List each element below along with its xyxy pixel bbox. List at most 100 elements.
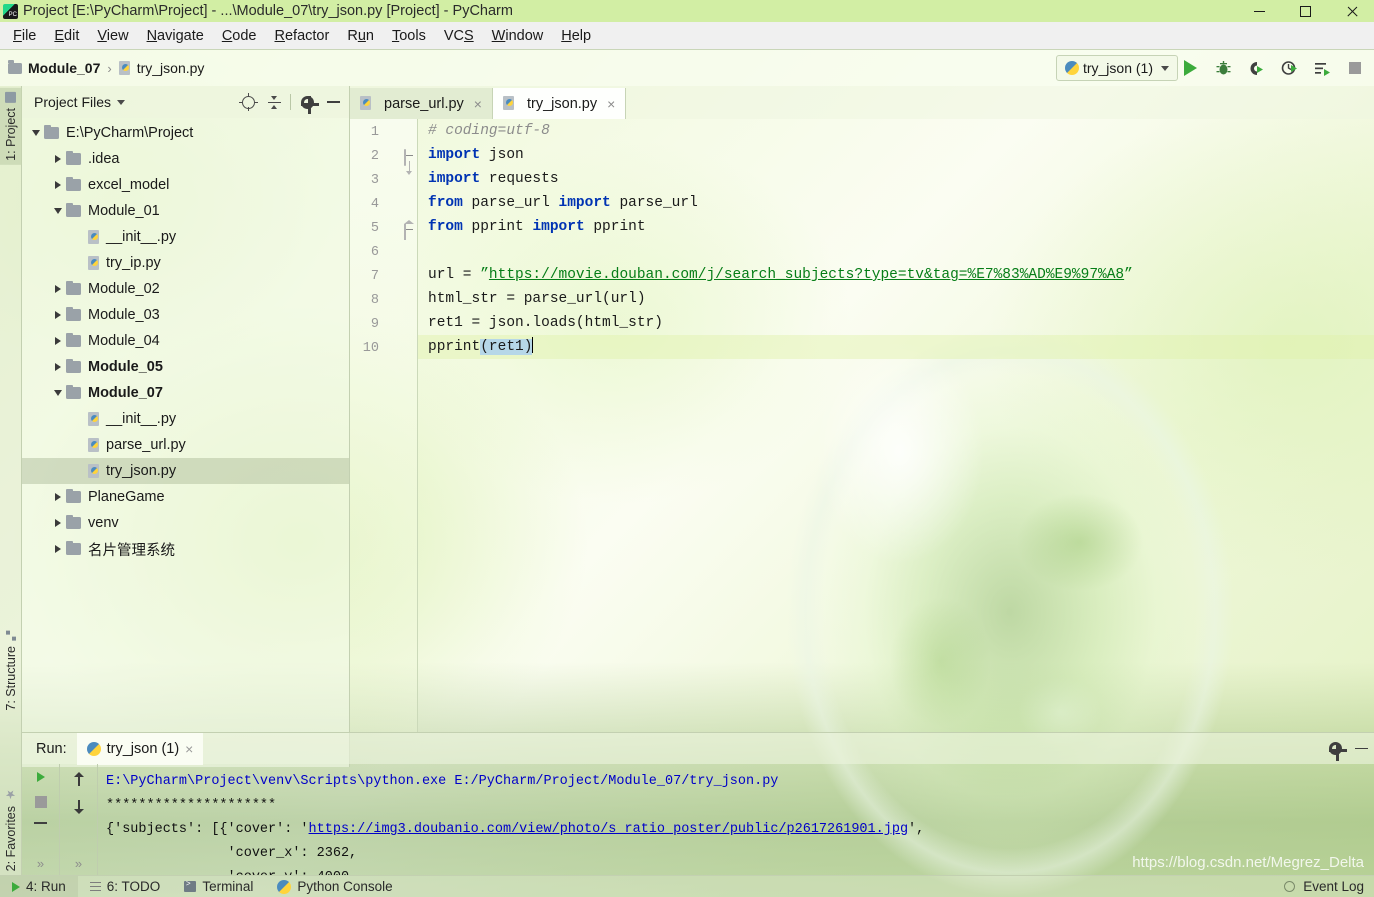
tree-item-init-py[interactable]: __init__.py [22, 224, 349, 250]
more-actions-icon[interactable]: » [75, 856, 82, 875]
chevron-right-icon[interactable] [50, 307, 66, 323]
chevron-down-icon[interactable] [50, 385, 66, 401]
chevron-right-icon[interactable] [50, 515, 66, 531]
profile-button[interactable] [1278, 57, 1300, 79]
run-tab-label: try_json (1) [106, 740, 180, 757]
fold-marker-icon[interactable] [404, 149, 415, 175]
more-actions-icon[interactable]: » [37, 856, 44, 875]
status-button-terminal[interactable]: Terminal [172, 876, 265, 897]
status-label: Python Console [297, 879, 393, 894]
close-icon[interactable]: × [185, 741, 193, 757]
menu-window[interactable]: Window [483, 25, 553, 47]
tree-item-label: Module_02 [88, 281, 160, 297]
menu-vcs[interactable]: VCS [435, 25, 483, 47]
code-line-2: import json [418, 143, 1374, 167]
tree-item-module-05[interactable]: Module_05 [22, 354, 349, 380]
collapse-all-icon[interactable] [264, 92, 284, 112]
keyword: from [428, 219, 463, 235]
window-title-bar: Project [E:\PyCharm\Project] - ...\Modul… [0, 0, 1374, 22]
identifier: pprint [462, 219, 533, 235]
chevron-right-icon[interactable] [50, 333, 66, 349]
tree-item-module-07[interactable]: Module_07 [22, 380, 349, 406]
sidebar-item-project[interactable]: 1: Project [0, 88, 22, 165]
chevron-right-icon[interactable] [50, 177, 66, 193]
fold-marker-icon[interactable] [404, 220, 415, 240]
rerun-button[interactable] [36, 772, 45, 782]
maximize-button[interactable] [1282, 0, 1328, 22]
tree-item-e-pycharm-project[interactable]: E:\PyCharm\Project [22, 120, 349, 146]
chevron-right-icon[interactable] [50, 541, 66, 557]
breadcrumb-folder[interactable]: Module_07 [28, 60, 100, 76]
breadcrumb-file[interactable]: try_json.py [137, 60, 205, 76]
arrow-up-icon[interactable] [73, 772, 84, 786]
chevron-right-icon[interactable] [50, 359, 66, 375]
tree-item-module-01[interactable]: Module_01 [22, 198, 349, 224]
hide-icon[interactable] [323, 92, 343, 112]
chevron-down-icon[interactable] [28, 125, 44, 141]
menu-file[interactable]: File [4, 25, 45, 47]
tree-item-module-04[interactable]: Module_04 [22, 328, 349, 354]
chevron-down-icon[interactable] [50, 203, 66, 219]
sidebar-item-favorites[interactable]: 2: Favorites ★ [0, 786, 22, 875]
debug-button[interactable] [1212, 57, 1234, 79]
tree-item-idea[interactable]: .idea [22, 146, 349, 172]
chevron-right-icon[interactable] [50, 281, 66, 297]
status-button-python-console[interactable]: Python Console [265, 876, 404, 897]
project-files-selector[interactable]: Project Files [28, 94, 232, 110]
chevron-right-icon[interactable] [50, 151, 66, 167]
code-text[interactable]: # coding=utf-8 import json import reques… [418, 119, 1374, 732]
stop-button[interactable] [1344, 57, 1366, 79]
run-tab-try-json[interactable]: try_json (1) × [76, 732, 204, 765]
tree-item-excel-model[interactable]: excel_model [22, 172, 349, 198]
close-icon[interactable]: × [474, 96, 482, 112]
folder-icon [44, 124, 59, 139]
status-button-run[interactable]: 4: Run [0, 875, 78, 897]
tree-item-[interactable]: 名片管理系统 [22, 536, 349, 562]
chevron-right-icon[interactable] [50, 489, 66, 505]
folder-icon [66, 332, 81, 347]
close-icon[interactable]: × [607, 96, 615, 112]
menu-tools[interactable]: Tools [383, 25, 435, 47]
locate-icon[interactable] [238, 92, 258, 112]
menu-refactor[interactable]: Refactor [266, 25, 339, 47]
hide-icon[interactable] [34, 822, 47, 824]
settings-gear-icon[interactable] [1322, 736, 1348, 762]
arrow-down-icon[interactable] [73, 800, 84, 814]
tree-item-module-03[interactable]: Module_03 [22, 302, 349, 328]
event-log-label[interactable]: Event Log [1303, 879, 1364, 894]
menu-edit[interactable]: Edit [45, 25, 88, 47]
menu-help[interactable]: Help [552, 25, 600, 47]
console-link[interactable]: https://img3.doubanio.com/view/photo/s_r… [309, 822, 909, 837]
editor-gutter[interactable]: 1 2 3 4 5 6 7 8 9 10 [350, 119, 418, 732]
tree-item-parse-url-py[interactable]: parse_url.py [22, 432, 349, 458]
close-button[interactable] [1328, 0, 1374, 22]
minimize-button[interactable] [1236, 0, 1282, 22]
tree-item-module-02[interactable]: Module_02 [22, 276, 349, 302]
menu-run[interactable]: Run [338, 25, 383, 47]
run-button[interactable] [1179, 57, 1201, 79]
run-with-button[interactable] [1311, 57, 1333, 79]
settings-gear-icon[interactable] [297, 92, 319, 114]
menu-navigate[interactable]: Navigate [138, 25, 213, 47]
stop-button[interactable] [34, 796, 47, 808]
keyword: from [428, 195, 463, 211]
tab-try-json-py[interactable]: try_json.py × [492, 88, 627, 119]
code-editor[interactable]: 1 2 3 4 5 6 7 8 9 10 # coding=utf-8 impo… [350, 119, 1374, 732]
tree-item-planegame[interactable]: PlaneGame [22, 484, 349, 510]
statement: ret1 = json.loads(html_str) [428, 315, 663, 331]
tree-item-init-py[interactable]: __init__.py [22, 406, 349, 432]
tab-parse-url-py[interactable]: parse_url.py × [350, 88, 493, 119]
status-button-todo[interactable]: 6: TODO [78, 876, 173, 897]
menu-view[interactable]: View [88, 25, 137, 47]
run-coverage-button[interactable] [1245, 57, 1267, 79]
run-configuration-selector[interactable]: try_json (1) [1055, 55, 1178, 81]
tree-item-venv[interactable]: venv [22, 510, 349, 536]
project-panel-title: Project Files [34, 94, 112, 110]
tree-item-try-ip-py[interactable]: try_ip.py [22, 250, 349, 276]
url-literal[interactable]: https://movie.douban.com/j/search_subjec… [489, 267, 1124, 283]
hide-icon[interactable] [1348, 736, 1374, 762]
tree-item-try-json-py[interactable]: try_json.py [22, 458, 349, 484]
sidebar-item-structure[interactable]: 7: Structure [0, 626, 22, 715]
menu-code[interactable]: Code [213, 25, 266, 47]
